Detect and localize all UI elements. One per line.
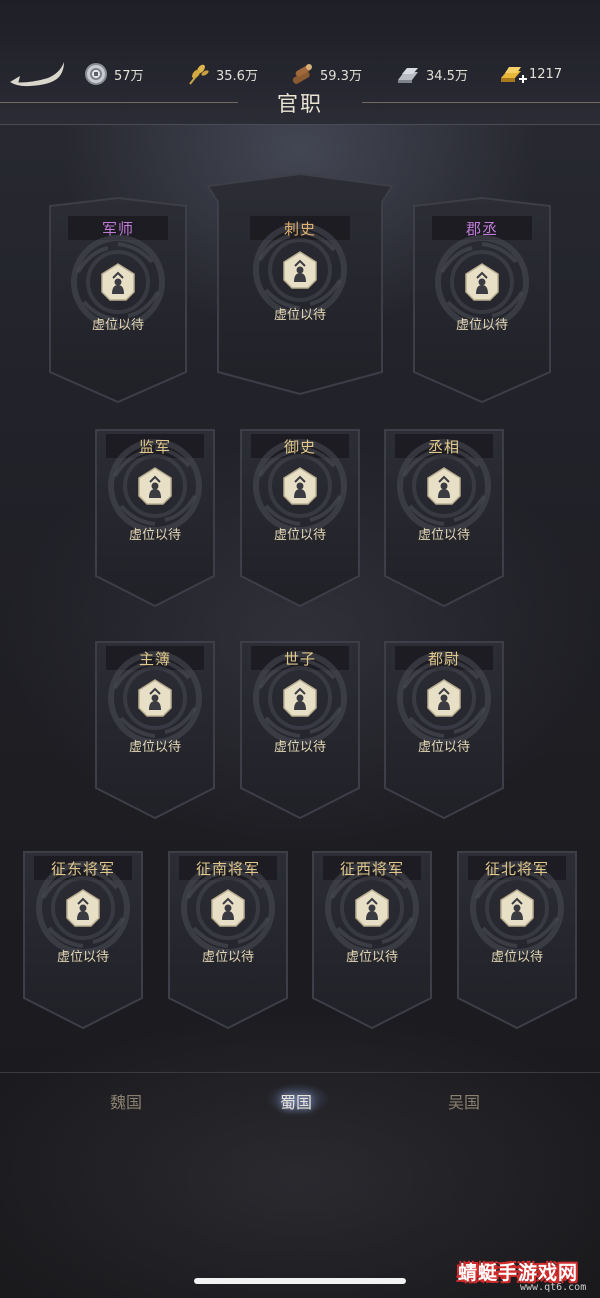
position-name: 都尉 xyxy=(427,650,460,668)
position-zhubu[interactable]: 主簿 虚位以待 xyxy=(92,640,218,820)
position-shizi[interactable]: 世子 虚位以待 xyxy=(237,640,363,820)
iron-ingot-icon xyxy=(396,62,420,86)
gold-value: 1217 xyxy=(529,66,563,82)
position-cishi[interactable]: 刺史 虚位以待 xyxy=(206,172,394,396)
position-zhengdong-general[interactable]: 征东将军 虚位以待 xyxy=(20,850,146,1030)
position-status: 虚位以待 xyxy=(345,950,398,965)
position-zhengxi-general[interactable]: 征西将军 虚位以待 xyxy=(309,850,435,1030)
position-jianjun[interactable]: 监军 虚位以待 xyxy=(92,428,218,608)
position-duwei[interactable]: 都尉 虚位以待 xyxy=(381,640,507,820)
tab-shu[interactable]: 蜀国 xyxy=(265,1083,331,1115)
position-name: 监军 xyxy=(138,438,171,456)
position-status: 虚位以待 xyxy=(455,318,508,333)
tab-wu[interactable]: 吴国 xyxy=(448,1089,480,1113)
position-status: 虚位以待 xyxy=(56,950,109,965)
position-name: 征东将军 xyxy=(50,860,115,878)
position-status: 虚位以待 xyxy=(490,950,543,965)
position-name: 征北将军 xyxy=(484,860,549,878)
top-bar: 57万 35.6万 59.3万 34.5万 1217 官职 xyxy=(0,0,600,125)
position-status: 虚位以待 xyxy=(128,740,181,755)
wood-value: 59.3万 xyxy=(320,68,362,84)
position-name: 丞相 xyxy=(427,438,460,456)
position-name: 郡丞 xyxy=(465,220,498,238)
position-juncheng[interactable]: 郡丞 虚位以待 xyxy=(406,192,558,406)
position-junshi[interactable]: 军师 虚位以待 xyxy=(42,192,194,406)
grain-value: 35.6万 xyxy=(216,68,258,84)
watermark-url: www.qt6.com xyxy=(520,1282,587,1293)
position-status: 虚位以待 xyxy=(417,528,470,543)
watermark-text: 蜻蜓手游戏网 xyxy=(458,1262,579,1284)
position-status: 虚位以待 xyxy=(273,528,326,543)
position-name: 军师 xyxy=(101,220,134,238)
silver-value: 57万 xyxy=(114,68,144,84)
position-status: 虚位以待 xyxy=(201,950,254,965)
grain-resource: 35.6万 xyxy=(186,62,258,86)
back-button[interactable] xyxy=(8,58,66,88)
wood-resource: 59.3万 xyxy=(290,62,362,86)
position-name: 世子 xyxy=(283,650,316,668)
silver-coin-icon xyxy=(84,62,108,86)
position-name: 刺史 xyxy=(283,220,316,238)
iron-resource: 34.5万 xyxy=(396,62,468,86)
position-yushi[interactable]: 御史 虚位以待 xyxy=(237,428,363,608)
gold-ingot-add-icon[interactable] xyxy=(499,62,527,86)
tab-wei[interactable]: 魏国 xyxy=(110,1089,142,1113)
position-zhengbei-general[interactable]: 征北将军 虚位以待 xyxy=(454,850,580,1030)
position-status: 虚位以待 xyxy=(273,308,326,323)
silver-resource: 57万 xyxy=(84,62,144,86)
iron-value: 34.5万 xyxy=(426,68,468,84)
page-title: 官职 xyxy=(277,92,323,116)
back-arrow-icon xyxy=(10,62,64,87)
position-zhengnan-general[interactable]: 征南将军 虚位以待 xyxy=(165,850,291,1030)
position-status: 虚位以待 xyxy=(128,528,181,543)
position-name: 征南将军 xyxy=(195,860,260,878)
position-name: 征西将军 xyxy=(339,860,404,878)
position-name: 御史 xyxy=(283,438,316,456)
position-status: 虚位以待 xyxy=(273,740,326,755)
position-chengxiang[interactable]: 丞相 虚位以待 xyxy=(381,428,507,608)
position-status: 虚位以待 xyxy=(417,740,470,755)
grain-icon xyxy=(186,62,210,86)
position-status: 虚位以待 xyxy=(91,318,144,333)
home-indicator[interactable] xyxy=(194,1278,406,1284)
gold-resource[interactable]: 1217 xyxy=(499,62,562,86)
wood-log-icon xyxy=(290,62,314,86)
position-name: 主簿 xyxy=(138,650,171,668)
kingdom-tabs: 魏国 蜀国 吴国 xyxy=(0,1072,600,1129)
site-watermark: 蜻蜓手游戏网 www.qt6.com xyxy=(458,1258,596,1294)
